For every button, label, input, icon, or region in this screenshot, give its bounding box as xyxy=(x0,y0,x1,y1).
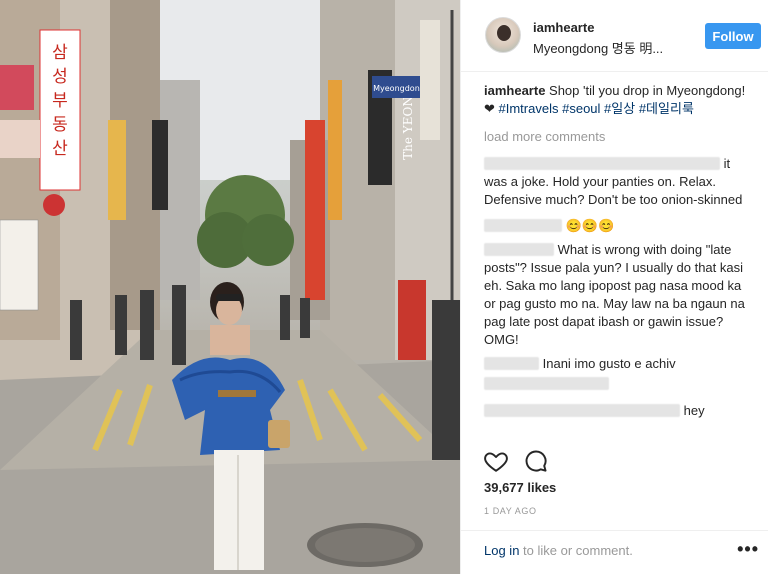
comment-item: hey xyxy=(484,402,754,420)
svg-text:부: 부 xyxy=(52,91,68,111)
login-rest: to like or comment. xyxy=(519,543,633,558)
login-link[interactable]: Log in xyxy=(484,543,519,558)
comments-section: iamhearte Shop 'til you drop in Myeongdo… xyxy=(484,82,754,420)
svg-text:삼: 삼 xyxy=(52,43,68,63)
comment-username-redacted xyxy=(484,404,680,417)
post-location[interactable]: Myeongdong 명동 明... xyxy=(533,38,673,57)
hashtag-daily[interactable]: #일상 xyxy=(604,101,635,116)
comment-item: it was a joke. Hold your panties on. Rel… xyxy=(484,155,754,209)
caption-username[interactable]: iamhearte xyxy=(484,83,545,98)
street-scene: 삼 성 부 동 산 The YEON Myeongdong xyxy=(0,0,460,574)
caption: iamhearte Shop 'til you drop in Myeongdo… xyxy=(484,82,754,118)
svg-text:동: 동 xyxy=(52,115,68,135)
comment-text: What is wrong with doing "late posts"? I… xyxy=(484,242,745,347)
comment-redacted-line xyxy=(484,377,609,390)
hashtag-daily-look[interactable]: #데일리룩 xyxy=(639,101,694,116)
comment-username-redacted xyxy=(484,243,554,256)
likes-count[interactable]: 39,677 likes xyxy=(484,480,556,495)
sign-samsung: 삼 성 부 동 산 xyxy=(39,29,81,191)
hashtag-seoul[interactable]: #seoul xyxy=(562,101,600,116)
avatar[interactable] xyxy=(485,17,521,53)
post-header: iamhearte Myeongdong 명동 明... Follow xyxy=(461,0,768,72)
hashtag-imtravels[interactable]: #Imtravels xyxy=(499,101,559,116)
comment-username-redacted xyxy=(484,157,720,170)
header-username[interactable]: iamhearte xyxy=(533,20,594,35)
login-prompt: Log in to like or comment. xyxy=(484,543,633,558)
comment-username-redacted xyxy=(484,219,562,232)
comment-item: What is wrong with doing "late posts"? I… xyxy=(484,241,754,349)
svg-text:The YEON: The YEON xyxy=(401,96,415,160)
svg-text:성: 성 xyxy=(52,67,68,87)
comment-text: hey xyxy=(683,403,705,418)
post-footer: Log in to like or comment. ••• xyxy=(461,530,768,574)
post-photo[interactable]: 삼 성 부 동 산 The YEON Myeongdong xyxy=(0,0,460,574)
load-more-comments[interactable]: load more comments xyxy=(484,128,754,146)
follow-button[interactable]: Follow xyxy=(705,23,761,49)
heart-icon[interactable] xyxy=(483,448,509,474)
comment-username-redacted xyxy=(484,357,539,370)
comment-text: 😊😊😊 xyxy=(565,218,615,233)
comment-item: 😊😊😊 xyxy=(484,217,754,235)
post-timestamp: 1 DAY AGO xyxy=(484,506,537,516)
post-panel: iamhearte Myeongdong 명동 明... Follow iamh… xyxy=(460,0,768,574)
svg-text:Myeongdong: Myeongdong xyxy=(373,84,425,93)
comment-icon[interactable] xyxy=(523,448,549,474)
comment-text: Inani imo gusto e achiv xyxy=(542,356,676,371)
svg-text:산: 산 xyxy=(52,139,68,159)
more-options-icon[interactable]: ••• xyxy=(737,539,759,560)
comment-item: Inani imo gusto e achiv xyxy=(484,355,754,390)
